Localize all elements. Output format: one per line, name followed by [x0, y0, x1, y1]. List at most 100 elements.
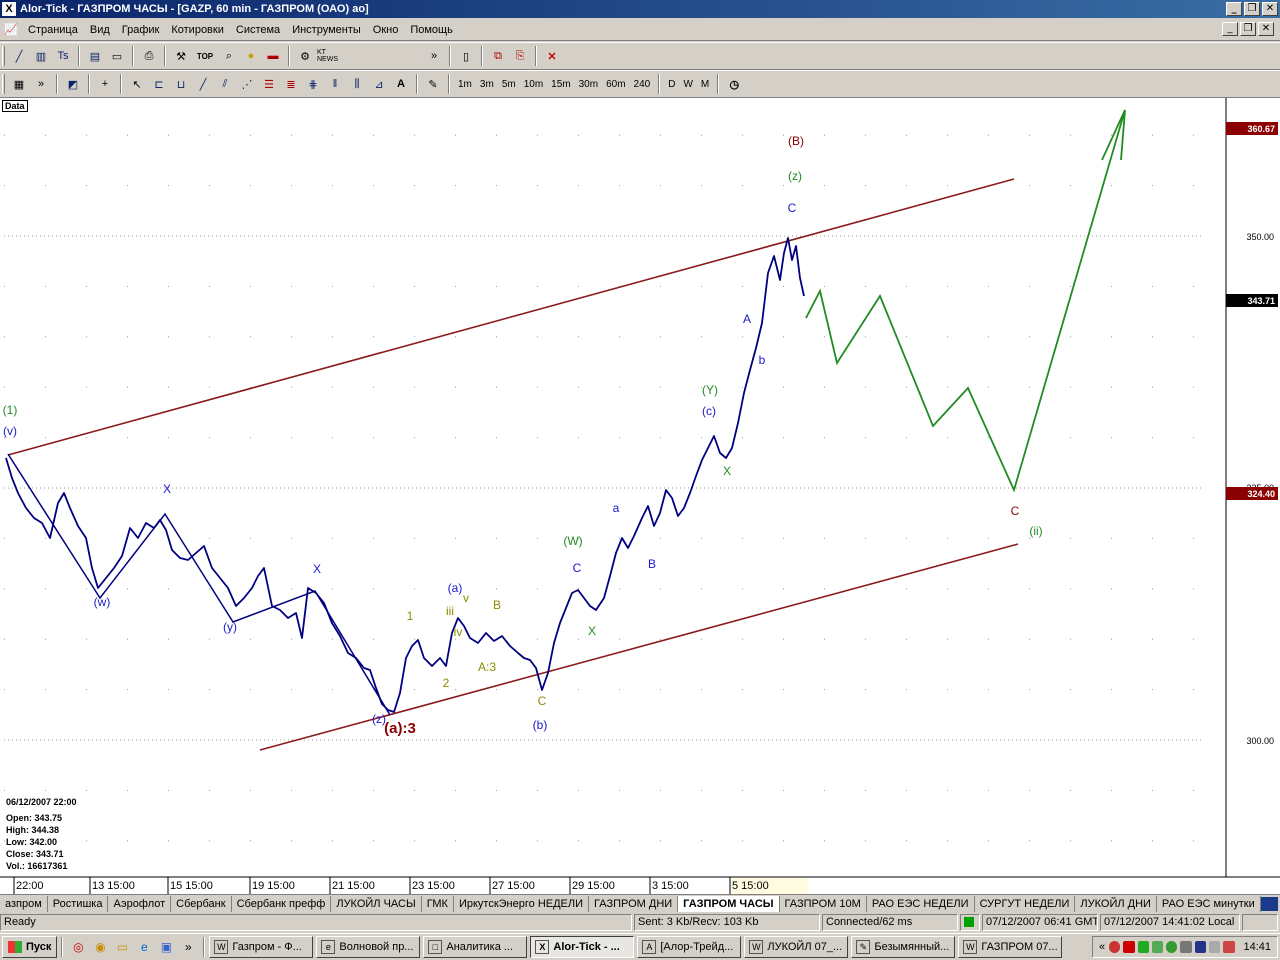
chart-tray-icon[interactable] — [1137, 941, 1149, 953]
gann-icon[interactable]: ⋕ — [303, 74, 323, 94]
menu-page[interactable]: Страница — [22, 24, 84, 36]
bar-chart-icon[interactable]: ▥ — [31, 46, 51, 66]
page-tab[interactable]: ГАЗПРОМ ЧАСЫ — [678, 895, 780, 912]
page-tab[interactable]: ГАЗПРОМ 10М — [780, 895, 867, 912]
pointer-icon[interactable]: ↖ — [127, 74, 147, 94]
taskbar-task[interactable]: X Alor-Tick - ... — [530, 936, 635, 958]
tab-scroll-arrows-icon[interactable] — [1260, 896, 1278, 911]
timeframe-month[interactable]: M — [697, 75, 713, 93]
taskbar-task[interactable]: A [Алор-Трейд... — [637, 936, 742, 958]
security-tray-icon[interactable] — [1223, 941, 1235, 953]
timeframe-week[interactable]: W — [679, 75, 696, 93]
quicklaunch-more-icon[interactable]: » — [179, 938, 197, 956]
language-tray-icon[interactable] — [1194, 941, 1206, 953]
quotes-table-icon[interactable]: ▤ — [85, 46, 105, 66]
close-button[interactable]: ✕ — [1262, 2, 1278, 16]
clock-icon[interactable]: ◷ — [724, 74, 744, 94]
delete-icon[interactable]: ✕ — [542, 46, 562, 66]
time-zones-icon[interactable]: ⫼ — [347, 74, 367, 94]
timeframe-1m[interactable]: 1m — [454, 75, 476, 93]
timeframe-10m[interactable]: 10m — [520, 75, 547, 93]
more-chevron-icon[interactable]: » — [31, 74, 51, 94]
portfolio-icon[interactable]: ▬ — [263, 46, 283, 66]
tools-icon[interactable]: ⚒ — [171, 46, 191, 66]
opera-tray-icon[interactable] — [1109, 941, 1121, 953]
taskbar-task[interactable]: ✎ Безымянный... — [851, 936, 956, 958]
pencil-icon[interactable]: ✎ — [423, 74, 443, 94]
page-tab[interactable]: ГМК — [422, 895, 454, 912]
page-tab[interactable]: азпром — [0, 895, 48, 912]
toolbar-grip[interactable] — [2, 74, 5, 94]
taskbar-task[interactable]: W ГАЗПРОМ 07... — [958, 936, 1063, 958]
timeframe-3m[interactable]: 3m — [476, 75, 498, 93]
crosshair-icon[interactable]: + — [95, 74, 115, 94]
timeframe-5m[interactable]: 5m — [498, 75, 520, 93]
media-icon[interactable]: ◉ — [91, 938, 109, 956]
chart-style-icon[interactable]: ▦ — [9, 74, 29, 94]
menu-chart[interactable]: График — [116, 24, 166, 36]
line-chart-icon[interactable]: ╱ — [9, 46, 29, 66]
channel-icon[interactable]: ⫽ — [215, 74, 235, 94]
search-icon[interactable]: ⌕ — [219, 46, 239, 66]
horizontal-line-icon[interactable]: ⊏ — [149, 74, 169, 94]
network-tray-icon[interactable] — [1151, 941, 1164, 953]
taskbar-task[interactable]: □ Аналитика ... — [423, 936, 528, 958]
ticks-icon[interactable]: Ts — [53, 46, 73, 66]
timeframe-30m[interactable]: 30m — [575, 75, 602, 93]
text-tool-icon[interactable]: A — [391, 74, 411, 94]
new-page-icon[interactable]: ▯ — [456, 46, 476, 66]
fibonacci-fan-icon[interactable]: ⋰ — [237, 74, 257, 94]
menu-view[interactable]: Вид — [84, 24, 116, 36]
speed-lines-icon[interactable]: ⊿ — [369, 74, 389, 94]
timeframe-60m[interactable]: 60m — [602, 75, 629, 93]
chart-area[interactable]: (1) (v) (w) X (y) X (z) (a):3 1 2 iii (a) v iv B A:3 C (b… — [0, 97, 1280, 895]
start-button[interactable]: Пуск — [2, 936, 58, 958]
doc-icon[interactable]: ▭ — [107, 46, 127, 66]
menu-window[interactable]: Окно — [367, 24, 405, 36]
icq-tray-icon[interactable] — [1166, 941, 1178, 953]
page-tab[interactable]: ГАЗПРОМ ДНИ — [589, 895, 679, 912]
fib-retracement-icon[interactable]: ≣ — [281, 74, 301, 94]
page-tab[interactable]: Аэрофлот — [108, 895, 172, 912]
mdi-minimize-button[interactable]: _ — [1222, 22, 1238, 36]
copy-icon[interactable]: ⧉ — [488, 46, 508, 66]
page-tab[interactable]: РАО ЕЭС НЕДЕЛИ — [867, 895, 975, 912]
restore-button[interactable]: ❐ — [1244, 2, 1260, 16]
menu-tools[interactable]: Инструменты — [286, 24, 367, 36]
page-tab[interactable]: РАО ЕЭС минутки — [1157, 895, 1261, 912]
ie-icon[interactable]: e — [135, 938, 153, 956]
tray-expand-icon[interactable]: « — [1099, 941, 1105, 953]
menu-system[interactable]: Система — [230, 24, 286, 36]
fib-levels-icon[interactable]: ☰ — [259, 74, 279, 94]
page-tab[interactable]: Сбербанк префф — [232, 895, 332, 912]
news-icon[interactable]: KT NEWS — [317, 46, 343, 66]
page-tab[interactable]: СУРГУТ НЕДЕЛИ — [975, 895, 1076, 912]
page-tab[interactable]: ЛУКОЙЛ ДНИ — [1075, 895, 1157, 912]
vertical-line-icon[interactable]: ⊔ — [171, 74, 191, 94]
print-icon[interactable]: ⎙ — [139, 46, 159, 66]
mdi-restore-button[interactable]: ❐ — [1240, 22, 1256, 36]
cycles-icon[interactable]: ‖ — [325, 74, 345, 94]
price-chart[interactable]: (1) (v) (w) X (y) X (z) (a):3 1 2 iii (a)v iv B A:3 C (b… — [0, 98, 1280, 895]
minimize-button[interactable]: _ — [1226, 2, 1242, 16]
antivirus-tray-icon[interactable] — [1123, 941, 1135, 953]
folder-icon[interactable]: ▭ — [113, 938, 131, 956]
trend-line-icon[interactable]: ╱ — [193, 74, 213, 94]
more-tools-chevron-icon[interactable]: » — [424, 46, 444, 66]
volume-tray-icon[interactable] — [1208, 941, 1221, 953]
toolbar-grip[interactable] — [2, 46, 5, 66]
paste-icon[interactable]: ⎘ — [510, 46, 530, 66]
timeframe-day[interactable]: D — [664, 75, 679, 93]
timeframe-15m[interactable]: 15m — [547, 75, 574, 93]
page-tab[interactable]: Сбербанк — [171, 895, 232, 912]
indicator-icon[interactable]: ◩ — [63, 74, 83, 94]
tools2-icon[interactable]: ⚙ — [295, 46, 315, 66]
coins-icon[interactable]: ● — [241, 46, 261, 66]
top-icon[interactable]: TOP — [193, 46, 217, 66]
printer-tray-icon[interactable] — [1180, 941, 1192, 953]
taskbar-task[interactable]: W ЛУКОЙЛ 07_... — [744, 936, 849, 958]
menu-help[interactable]: Помощь — [404, 24, 459, 36]
page-tab[interactable]: ИркутскЭнерго НЕДЕЛИ — [454, 895, 590, 912]
opera-icon[interactable]: ◎ — [69, 938, 87, 956]
menu-quotes[interactable]: Котировки — [165, 24, 230, 36]
